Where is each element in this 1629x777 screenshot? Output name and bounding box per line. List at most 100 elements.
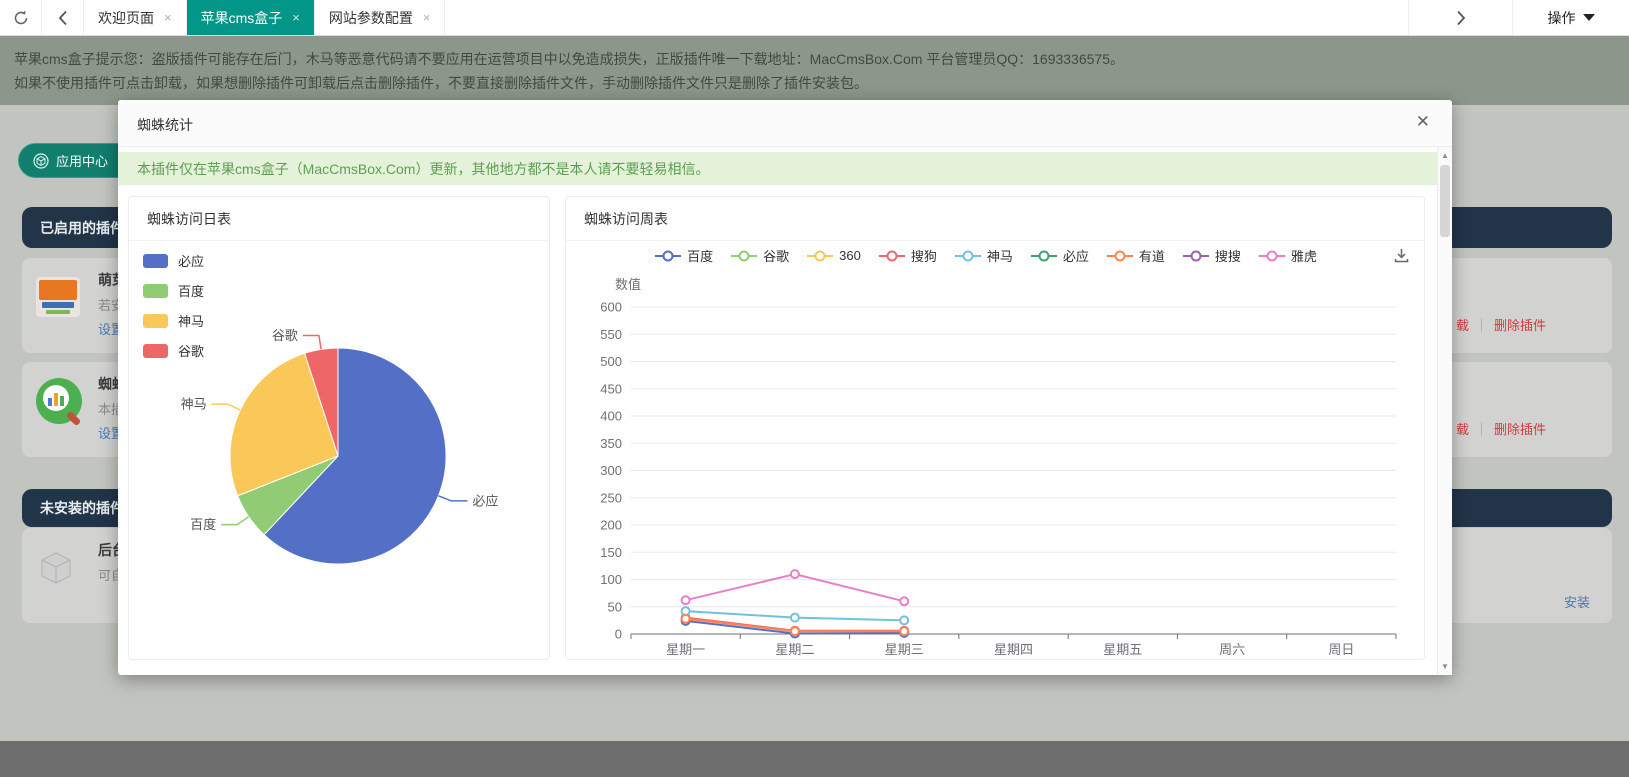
line-legend-item-搜搜[interactable]: 搜搜 [1183, 246, 1241, 265]
legend-marker-icon [1259, 250, 1285, 262]
refresh-icon [12, 9, 30, 27]
legend-label: 搜狗 [911, 246, 937, 265]
link-divider: ｜ [1469, 422, 1494, 437]
legend-label: 必应 [1063, 246, 1089, 265]
install-plugin-link[interactable]: 安装 [1564, 592, 1590, 611]
modal-title: 蜘蛛统计 [137, 115, 193, 135]
legend-marker-circle [1267, 251, 1276, 260]
scroll-down-icon[interactable]: ▼ [1438, 662, 1452, 671]
y-axis-name: 数值 [615, 277, 641, 292]
mengya-plugin-icon [36, 274, 82, 320]
section-title: 已启用的插件 [40, 218, 124, 238]
weekly-spider-line-chart: 数值050100150200250300350400450500550600星期… [566, 275, 1426, 661]
tabs-forward-button[interactable] [1408, 0, 1513, 35]
uninstall-link-partial[interactable]: 载 [1456, 318, 1469, 333]
y-tick-label: 300 [600, 463, 622, 478]
tabs-back-button[interactable] [42, 0, 84, 35]
uninstall-link-partial[interactable]: 载 [1456, 422, 1469, 437]
y-tick-label: 400 [600, 409, 622, 424]
x-tick-label: 周日 [1328, 642, 1354, 657]
y-tick-label: 250 [600, 490, 622, 505]
legend-marker-icon [879, 250, 905, 262]
y-tick-label: 150 [600, 545, 622, 560]
scroll-up-icon[interactable]: ▲ [1438, 151, 1452, 160]
pie-slice-label: 谷歌 [272, 328, 298, 343]
daily-spider-pie-chart: 必应百度神马谷歌 [129, 241, 551, 661]
line-chart-title: 蜘蛛访问周表 [566, 197, 1424, 241]
legend-label: 谷歌 [763, 246, 789, 265]
x-tick-label: 周六 [1219, 642, 1245, 657]
tab-close-icon[interactable]: × [292, 10, 300, 25]
tab-close-icon[interactable]: × [423, 10, 431, 25]
data-point-雅虎[interactable] [900, 597, 908, 605]
tab-bar: 欢迎页面 × 苹果cms盒子 × 网站参数配置 × 操作 [0, 0, 1629, 36]
line-legend-item-神马[interactable]: 神马 [955, 246, 1013, 265]
tabbar-spacer [445, 0, 1408, 35]
delete-plugin-link[interactable]: 删除插件 [1494, 318, 1546, 333]
pie-slice-label: 百度 [190, 517, 216, 532]
tab-close-icon[interactable]: × [164, 10, 172, 25]
data-point-神马[interactable] [900, 616, 908, 624]
data-point-有道[interactable] [791, 627, 799, 635]
data-point-雅虎[interactable] [791, 570, 799, 578]
data-point-神马[interactable] [791, 614, 799, 622]
bottom-band [0, 741, 1629, 777]
x-tick-label: 星期三 [885, 642, 924, 657]
x-tick-label: 星期一 [666, 642, 705, 657]
line-legend-item-必应[interactable]: 必应 [1031, 246, 1089, 265]
legend-marker-circle [887, 251, 896, 260]
cube-plugin-icon [36, 548, 82, 594]
modal-scrollbar[interactable]: ▲ ▼ [1437, 147, 1452, 675]
pie-chart-title: 蜘蛛访问日表 [129, 197, 549, 241]
refresh-button[interactable] [0, 0, 42, 35]
line-legend-item-有道[interactable]: 有道 [1107, 246, 1165, 265]
line-legend-item-雅虎[interactable]: 雅虎 [1259, 246, 1317, 265]
y-tick-label: 600 [600, 300, 622, 315]
spider-stats-modal: 蜘蛛统计 ✕ 本插件仅在苹果cms盒子（MacCmsBox.Com）更新，其他地… [118, 100, 1452, 675]
legend-label: 雅虎 [1291, 246, 1317, 265]
data-point-有道[interactable] [682, 615, 690, 623]
data-point-有道[interactable] [900, 627, 908, 635]
data-point-雅虎[interactable] [682, 596, 690, 604]
tab-site-params[interactable]: 网站参数配置 × [315, 0, 446, 35]
y-tick-label: 0 [615, 627, 622, 642]
tab-welcome[interactable]: 欢迎页面 × [84, 0, 187, 35]
legend-marker-circle [816, 251, 825, 260]
line-chart-card: 蜘蛛访问周表 百度谷歌360搜狗神马必应有道搜搜雅虎 数值05010015020… [565, 196, 1425, 660]
actions-label: 操作 [1548, 8, 1576, 28]
modal-close-icon[interactable]: ✕ [1416, 113, 1430, 130]
download-chart-icon[interactable] [1393, 247, 1410, 269]
x-tick-label: 星期二 [775, 642, 814, 657]
section-title: 未安装的插件 [40, 498, 124, 518]
legend-label: 360 [839, 248, 861, 263]
legend-marker-circle [1191, 251, 1200, 260]
line-legend-item-谷歌[interactable]: 谷歌 [731, 246, 789, 265]
scrollbar-thumb[interactable] [1440, 165, 1450, 237]
line-legend-item-搜狗[interactable]: 搜狗 [879, 246, 937, 265]
plugin-warning-banner: 苹果cms盒子提示您：盗版插件可能存在后门，木马等恶意代码请不要应用在运营项目中… [0, 36, 1629, 105]
x-tick-label: 星期五 [1103, 642, 1142, 657]
line-legend-item-百度[interactable]: 百度 [655, 246, 713, 265]
warning-line-2: 如果不使用插件可点击卸载，如果想删除插件可卸载后点击删除插件，不要直接删除插件文… [14, 71, 1615, 95]
tab-maccms-box[interactable]: 苹果cms盒子 × [187, 0, 315, 35]
y-tick-label: 350 [600, 436, 622, 451]
app-center-label: 应用中心 [56, 151, 108, 170]
delete-plugin-link[interactable]: 删除插件 [1494, 422, 1546, 437]
legend-marker-icon [731, 250, 757, 262]
legend-label: 百度 [687, 246, 713, 265]
modal-header: 蜘蛛统计 ✕ [118, 100, 1452, 147]
legend-marker-icon [1183, 250, 1209, 262]
warning-line-1: 苹果cms盒子提示您：盗版插件可能存在后门，木马等恶意代码请不要应用在运营项目中… [14, 47, 1615, 71]
pie-label-leader [438, 496, 467, 501]
tab-label: 网站参数配置 [329, 8, 413, 28]
actions-dropdown[interactable]: 操作 [1513, 0, 1629, 35]
y-tick-label: 550 [600, 327, 622, 342]
y-tick-label: 200 [600, 518, 622, 533]
legend-marker-icon [1031, 250, 1057, 262]
y-tick-label: 450 [600, 381, 622, 396]
legend-label: 搜搜 [1215, 246, 1241, 265]
x-tick-label: 星期四 [994, 642, 1033, 657]
line-legend-item-360[interactable]: 360 [807, 248, 861, 263]
pie-slice-label: 必应 [472, 493, 498, 508]
legend-label: 神马 [987, 246, 1013, 265]
